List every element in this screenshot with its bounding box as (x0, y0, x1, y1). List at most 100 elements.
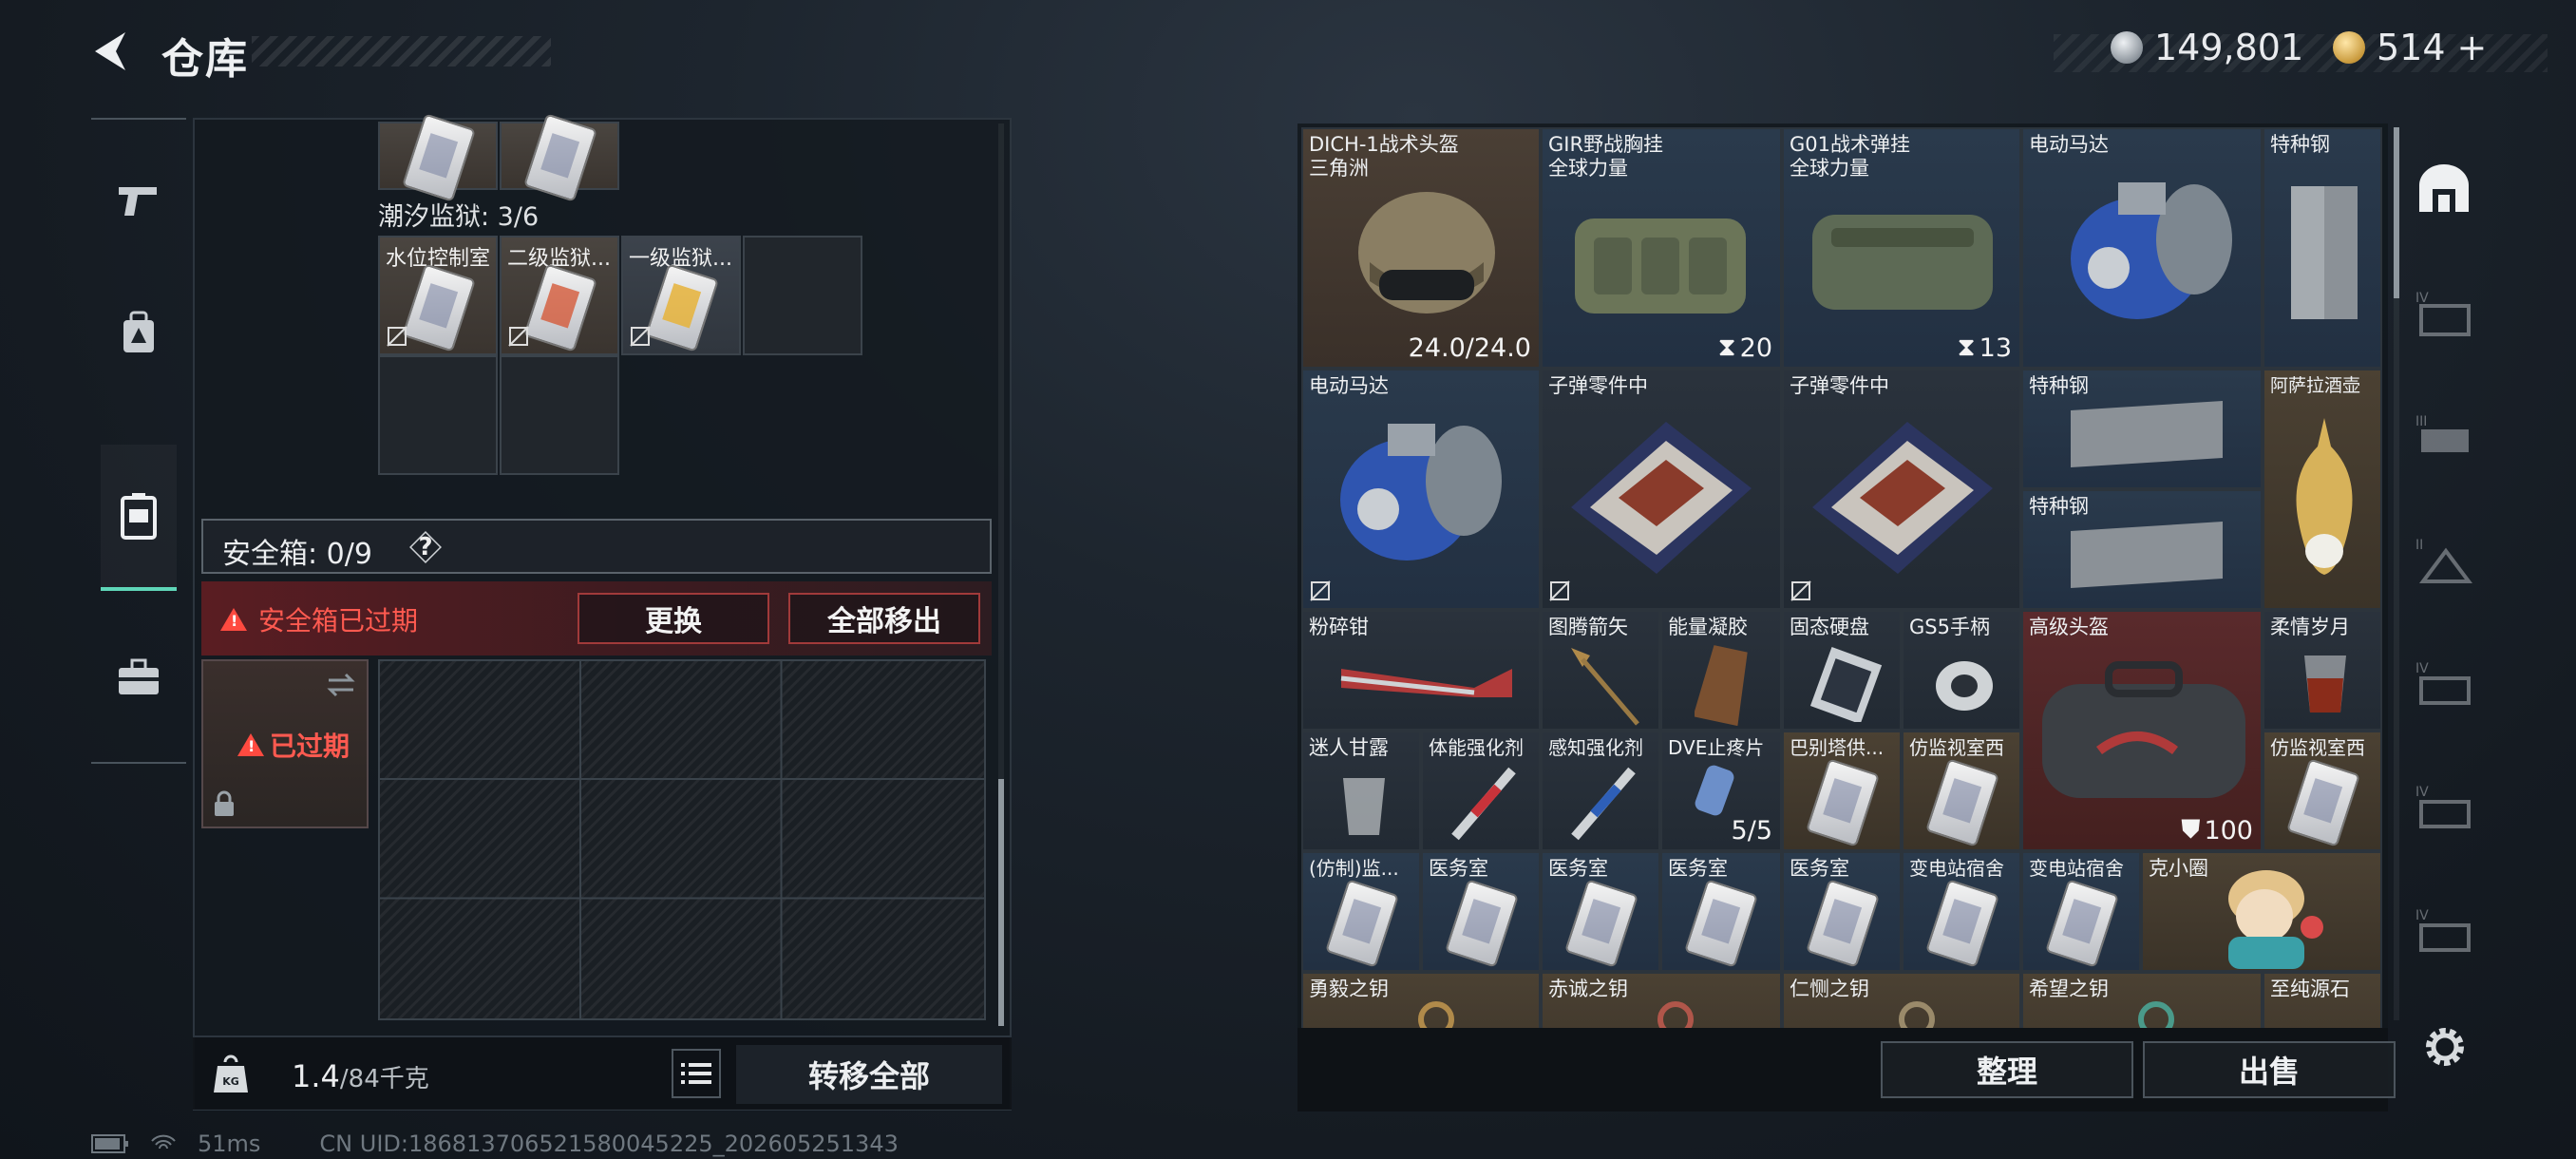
inventory-item[interactable]: 变电站宿舍 (1902, 851, 2021, 972)
inventory-item[interactable]: 医务室 (1421, 851, 1541, 972)
stash-cell-empty[interactable] (378, 355, 498, 475)
inventory-item[interactable]: 仁恻之钥 (1782, 972, 2021, 1028)
item-name: 子弹零件中 (1790, 374, 1889, 397)
list-view-button[interactable] (672, 1049, 721, 1098)
item-name: (仿制)监... (1309, 857, 1399, 880)
durability: 24.0/24.0 (1408, 333, 1531, 363)
inventory-item[interactable]: 阿萨拉酒壶 (2263, 369, 2382, 610)
nav-equipment[interactable] (101, 281, 177, 386)
svg-text:II: II (2415, 538, 2423, 553)
inventory-item[interactable]: 粉碎钳 (1301, 610, 1541, 731)
stash-cell[interactable]: 水位控制室 (378, 236, 498, 355)
inventory-item[interactable]: 赤诚之钥 (1541, 972, 1782, 1028)
warning-message: 安全箱已过期 (220, 600, 418, 638)
tab-stash-iv-b[interactable]: IV (2401, 631, 2487, 735)
stash-cell-partial[interactable] (378, 113, 498, 202)
keycard-icon (2045, 879, 2119, 968)
inventory-item[interactable]: 医务室 (1541, 851, 1660, 972)
help-icon[interactable]: ? (410, 532, 441, 562)
inventory-item[interactable]: 变电站宿舍 (2021, 851, 2141, 972)
replace-button[interactable]: 更换 (578, 593, 769, 644)
inventory-item[interactable]: (仿制)监... (1301, 851, 1421, 972)
cell-label: 二级监狱... (507, 247, 611, 271)
stash-cell[interactable]: 一级监狱... (621, 236, 741, 355)
inventory-item[interactable]: 电动马达 (2021, 127, 2263, 369)
safe-box-grid[interactable] (378, 659, 986, 1020)
inventory-item[interactable]: 特种钢 (2021, 489, 2263, 610)
nav-weapons[interactable] (101, 148, 177, 253)
inventory-item[interactable]: 特种钢 (2021, 369, 2263, 489)
gold-coin-icon (2333, 31, 2365, 64)
weight-readout: 1.4/84千克 (292, 1058, 429, 1094)
swap-icon[interactable] (325, 673, 357, 697)
inventory-item[interactable]: 克小圈 (2141, 851, 2382, 972)
stash-cell[interactable]: 二级监狱... (500, 236, 619, 355)
stash-cell-empty[interactable] (500, 355, 619, 475)
inventory-item[interactable]: 医务室 (1782, 851, 1902, 972)
warning-icon (237, 733, 264, 756)
inventory-item[interactable]: 感知强化剂 (1541, 731, 1660, 851)
stash-cell-partial[interactable] (500, 113, 619, 202)
inventory-footer: 整理 出售 (1297, 1028, 2396, 1112)
tab-stash-iv-c[interactable]: IV (2401, 754, 2487, 859)
inventory-item[interactable]: 特种钢 (2263, 127, 2382, 369)
stash-tab-icon (2419, 164, 2469, 212)
inventory-scroll-thumb[interactable] (2394, 127, 2399, 298)
warning-icon (220, 608, 247, 631)
inventory-item[interactable]: G01战术弹挂 全球力量 ⧗ 13 (1782, 127, 2021, 369)
stash-ii-tab-icon: II (2415, 538, 2472, 583)
tab-main-stash[interactable] (2401, 137, 2487, 241)
inventory-item[interactable]: 仿监视室西 (1902, 731, 2021, 851)
add-currency-button[interactable]: + (2457, 27, 2488, 68)
tab-stash-iii[interactable]: III (2401, 384, 2487, 488)
electric-motor-icon (1340, 424, 1502, 560)
nav-safe-box[interactable] (101, 445, 177, 591)
inventory-item[interactable]: 至纯源石 (2263, 972, 2382, 1028)
stash-cell-empty[interactable] (743, 236, 862, 355)
energy-gel-icon (1695, 645, 1748, 726)
inventory-item[interactable]: 固态硬盘 (1782, 610, 1902, 731)
keycard-icon (523, 263, 597, 352)
inventory-item[interactable]: DVE止疼片 5/5 (1660, 731, 1782, 851)
inventory-item[interactable]: 医务室 (1660, 851, 1782, 972)
item-name: 变电站宿舍 (1909, 857, 2004, 880)
page-title: 仓库 (161, 35, 249, 84)
inventory-item[interactable]: 能量凝胶 (1660, 610, 1782, 731)
inventory-item[interactable]: GIR野战胸挂 全球力量 ⧗ 20 (1541, 127, 1782, 369)
item-name: 电动马达 (2029, 133, 2109, 156)
tab-stash-iv[interactable]: IV (2401, 260, 2487, 365)
inventory-item[interactable]: 体能强化剂 (1421, 731, 1541, 851)
inventory-item[interactable]: 巴别塔供... (1782, 731, 1902, 851)
stash-scroll-thumb[interactable] (998, 779, 1004, 1026)
safe-box-slot[interactable]: 已过期 (201, 659, 369, 828)
move-all-out-button[interactable]: 全部移出 (788, 593, 980, 644)
inventory-item[interactable]: 柔情岁月 (2263, 610, 2382, 731)
plush-toy-icon (2228, 870, 2323, 969)
transfer-all-button[interactable]: 转移全部 (736, 1045, 1002, 1104)
inventory-item[interactable]: 电动马达 (1301, 369, 1541, 610)
ammo-rig-icon (1812, 215, 1993, 310)
gold-currency[interactable]: 514 + (2333, 27, 2487, 68)
inventory-item[interactable]: GS5手柄 (1902, 610, 2021, 731)
inventory-item[interactable]: 子弹零件中 (1782, 369, 2021, 610)
nav-tools[interactable] (101, 625, 177, 730)
inventory-item[interactable]: 高级头盔 ⛊ 100 (2021, 610, 2263, 851)
sort-button[interactable]: 整理 (1881, 1041, 2133, 1098)
no-trade-icon (387, 326, 407, 347)
inventory-item[interactable]: DICH-1战术头盔 三角洲 24.0/24.0 (1301, 127, 1541, 369)
inventory-item[interactable]: 图腾箭矢 (1541, 610, 1660, 731)
tab-stash-ii[interactable]: II (2401, 507, 2487, 612)
inventory-item[interactable]: 子弹零件中 (1541, 369, 1782, 610)
inventory-item[interactable]: 迷人甘露 (1301, 731, 1421, 851)
gear-icon[interactable] (2420, 1022, 2470, 1072)
tab-stash-iv-d[interactable]: IV (2401, 878, 2487, 982)
item-name: 子弹零件中 (1548, 374, 1648, 397)
inventory-item[interactable]: 勇毅之钥 (1301, 972, 1541, 1028)
back-arrow-icon[interactable] (87, 27, 137, 76)
inventory-item[interactable]: 希望之钥 (2021, 972, 2263, 1028)
ammo-parts-icon (1571, 422, 1752, 574)
sell-button[interactable]: 出售 (2143, 1041, 2396, 1098)
inventory-item[interactable]: 仿监视室西 (2263, 731, 2382, 851)
item-name: 医务室 (1548, 857, 1608, 880)
item-name: 高级头盔 (2029, 616, 2109, 638)
